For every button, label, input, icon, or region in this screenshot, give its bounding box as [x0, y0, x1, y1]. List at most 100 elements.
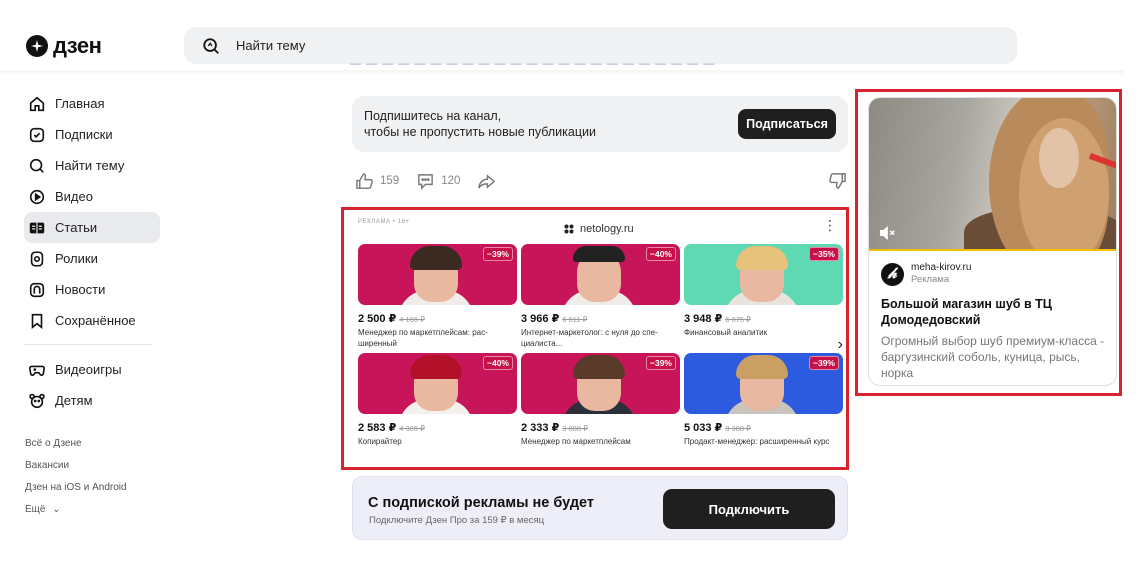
- ad-product-card[interactable]: −39% 5 033 ₽8 388 ₽ Продакт-менеджер: ра…: [684, 353, 843, 447]
- side-ad-card[interactable]: 𝒽 meha-kirov.ru Реклама Большой магазин …: [868, 97, 1117, 386]
- sidebar-item-articles[interactable]: Статьи: [24, 212, 160, 243]
- subscriptions-icon: [29, 127, 45, 142]
- mute-icon[interactable]: [879, 225, 897, 241]
- card-image: −40%: [358, 353, 517, 414]
- likes-count: 159: [380, 175, 400, 187]
- ad-product-card[interactable]: −35% 3 948 ₽6 075 ₽ Финансовый аналитик: [684, 244, 843, 338]
- ad-product-card[interactable]: −39% 2 333 ₽3 888 ₽ Менеджер по маркетпл…: [521, 353, 680, 447]
- source-logo-icon: 𝒽: [881, 262, 904, 286]
- sidebar-item-home[interactable]: Главная: [24, 88, 160, 119]
- sidebar-item-find-topic[interactable]: Найти тему: [24, 150, 160, 181]
- kids-icon: [29, 393, 45, 408]
- card-title: Менеджер по маркетплейсам: рас-ширенный: [358, 328, 488, 348]
- sidebar-divider: [24, 344, 152, 345]
- dislike-icon[interactable]: [828, 171, 847, 190]
- subscribe-button[interactable]: Подписаться: [738, 109, 836, 139]
- discount-badge: −39%: [809, 356, 839, 370]
- subscribe-text: Подпишитесь на канал, чтобы не пропустит…: [364, 108, 596, 140]
- card-price: 2 333 ₽3 888 ₽: [521, 421, 680, 434]
- person-hair: [736, 355, 788, 379]
- subscribe-line-1: Подпишитесь на канал,: [364, 109, 502, 123]
- card-title: Интернет-маркетолог: с нуля до спе-циали…: [521, 328, 658, 348]
- card-title: Менеджер по маркетплейсам: [521, 437, 631, 446]
- old-price: 4 166 ₽: [399, 315, 425, 324]
- discount-badge: −35%: [809, 247, 839, 261]
- sidebar-item-label: Главная: [55, 96, 105, 111]
- footer-more[interactable]: Ещё ⌄: [25, 504, 127, 526]
- sidebar-item-saved[interactable]: Сохранённое: [24, 305, 160, 336]
- pro-title: С подпиской рекламы не будет: [368, 495, 594, 511]
- ad-domain[interactable]: netology.ru: [564, 223, 634, 235]
- netology-logo-icon: [564, 224, 574, 234]
- side-ad-description: Огромный выбор шуб премиум-класса - барг…: [881, 334, 1105, 380]
- search-bar[interactable]: Найти тему: [184, 27, 1017, 64]
- search-input[interactable]: Найти тему: [236, 38, 305, 53]
- person-hair: [573, 246, 625, 262]
- share-icon[interactable]: [477, 172, 496, 191]
- subscribe-line-2: чтобы не пропустить новые публикации: [364, 125, 596, 139]
- old-price: 4 305 ₽: [399, 424, 425, 433]
- logo[interactable]: дзен: [26, 33, 102, 59]
- sidebar-footer: Всё о Дзене Вакансии Дзен на iOS и Andro…: [25, 438, 127, 526]
- sidebar-item-shorts[interactable]: Ролики: [24, 243, 160, 274]
- source-info: meha-kirov.ru Реклама: [911, 262, 971, 286]
- sidebar-item-label: Статьи: [55, 220, 98, 235]
- card-price: 2 500 ₽4 166 ₽: [358, 312, 517, 325]
- price: 2 583 ₽: [358, 422, 397, 434]
- comments-count: 120: [441, 175, 461, 187]
- bookmark-icon: [31, 313, 43, 329]
- ad-domain-text: netology.ru: [580, 223, 634, 235]
- sidebar-item-videogames[interactable]: Видеоигры: [24, 354, 160, 385]
- ad-video-preview[interactable]: [869, 98, 1116, 251]
- subscribe-prompt: Подпишитесь на канал, чтобы не пропустит…: [352, 96, 848, 152]
- comment-icon[interactable]: [416, 172, 435, 191]
- card-image: −39%: [684, 353, 843, 414]
- card-image: −35%: [684, 244, 843, 305]
- chevron-right-icon[interactable]: ›: [838, 336, 843, 354]
- person-hair: [573, 355, 625, 379]
- sidebar-item-news[interactable]: Новости: [24, 274, 160, 305]
- discount-badge: −40%: [483, 356, 513, 370]
- ad-product-card[interactable]: −39% 2 500 ₽4 166 ₽ Менеджер по маркетпл…: [358, 244, 517, 349]
- footer-link-jobs[interactable]: Вакансии: [25, 460, 127, 482]
- home-icon: [29, 96, 45, 111]
- card-image: −39%: [358, 244, 517, 305]
- sidebar-item-label: Ролики: [55, 251, 98, 266]
- footer-link-apps[interactable]: Дзен на iOS и Android: [25, 482, 127, 504]
- sidebar-item-subscriptions[interactable]: Подписки: [24, 119, 160, 150]
- footer-link-about[interactable]: Всё о Дзене: [25, 438, 127, 460]
- ad-product-card[interactable]: −40% 3 966 ₽6 611 ₽ Интернет-маркетолог:…: [521, 244, 680, 349]
- sidebar-item-kids[interactable]: Детям: [24, 385, 160, 416]
- reactions-bar: 159 120: [355, 170, 847, 192]
- sidebar-item-label: Найти тему: [55, 158, 125, 173]
- search-icon: [203, 37, 219, 54]
- side-ad-title[interactable]: Большой магазин шуб в ТЦ Домодедовский: [881, 296, 1109, 328]
- ad-product-card[interactable]: −40% 2 583 ₽4 305 ₽ Копирайтер: [358, 353, 517, 447]
- card-price: 2 583 ₽4 305 ₽: [358, 421, 517, 434]
- ad-tag: Реклама: [911, 274, 950, 285]
- sidebar-nav: Главная Подписки Найти тему Видео Статьи…: [24, 88, 160, 416]
- face-shape: [1039, 128, 1079, 188]
- articles-icon: [29, 222, 45, 233]
- pro-subtitle: Подключите Дзен Про за 159 ₽ в месяц: [369, 515, 545, 526]
- old-price: 3 888 ₽: [562, 424, 588, 433]
- connect-button[interactable]: Подключить: [663, 489, 835, 529]
- card-image: −40%: [521, 244, 680, 305]
- ad-source[interactable]: 𝒽 meha-kirov.ru Реклама: [881, 262, 971, 286]
- price: 3 966 ₽: [521, 313, 560, 325]
- logo-text: дзен: [53, 33, 102, 58]
- dzen-logo-icon: [26, 35, 48, 57]
- shorts-icon: [30, 250, 44, 267]
- sidebar-item-label: Видеоигры: [55, 362, 122, 377]
- sidebar-item-label: Детям: [55, 393, 93, 408]
- old-price: 8 388 ₽: [725, 424, 751, 433]
- more-options-icon[interactable]: ⋮: [823, 218, 837, 232]
- card-price: 3 966 ₽6 611 ₽: [521, 312, 680, 325]
- card-title: Финансовый аналитик: [684, 328, 768, 337]
- search-icon: [29, 158, 44, 173]
- old-price: 6 075 ₽: [725, 315, 751, 324]
- like-icon[interactable]: [355, 172, 374, 191]
- person-hair: [410, 355, 462, 379]
- sidebar-item-video[interactable]: Видео: [24, 181, 160, 212]
- card-price: 3 948 ₽6 075 ₽: [684, 312, 843, 325]
